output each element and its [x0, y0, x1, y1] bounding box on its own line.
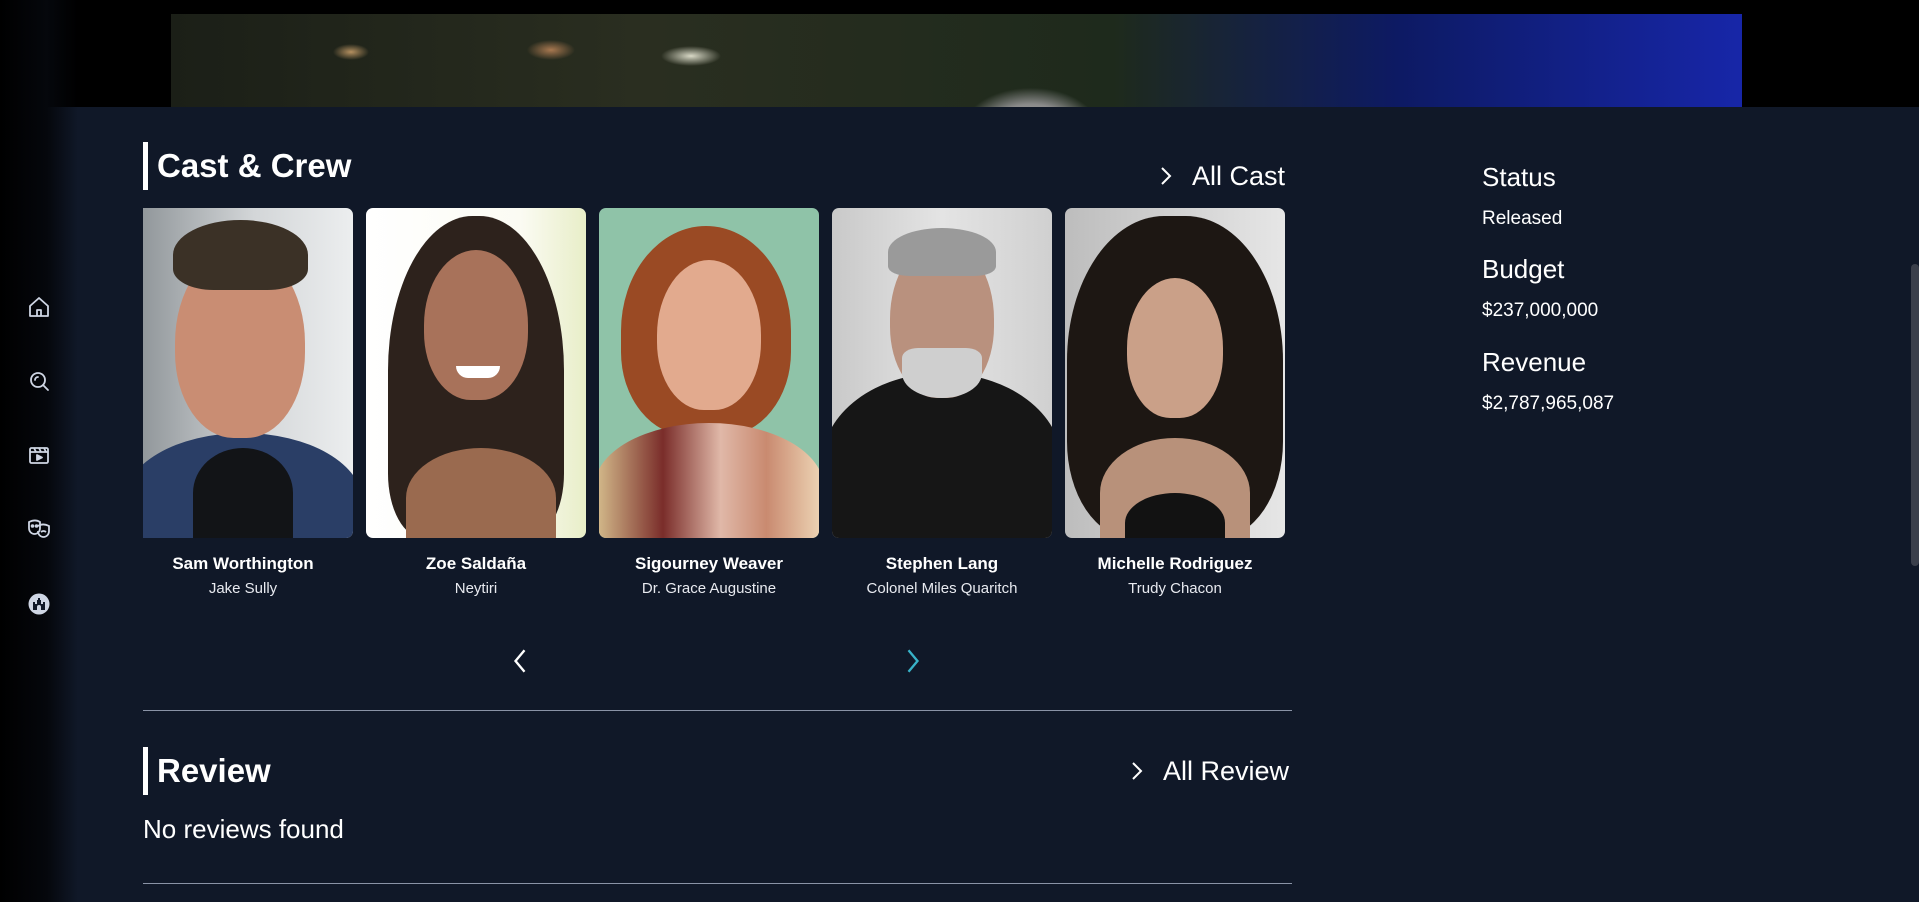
status-value: Released	[1482, 208, 1563, 229]
search-icon[interactable]	[26, 368, 52, 394]
carousel-next-button[interactable]	[898, 646, 928, 676]
cast-photo	[143, 208, 353, 538]
cast-photo	[832, 208, 1052, 538]
cast-name: Sigourney Weaver	[634, 554, 784, 573]
scrollbar-thumb[interactable]	[1911, 264, 1919, 566]
all-review-link[interactable]: All Review	[1129, 753, 1289, 789]
review-section-title: Review	[143, 747, 271, 795]
cast-role: Neytiri	[454, 580, 498, 597]
cast-name: Stephen Lang	[885, 554, 999, 573]
home-icon[interactable]	[26, 294, 52, 320]
chevron-right-icon	[1161, 167, 1172, 185]
cast-section-title: Cast & Crew	[143, 142, 351, 190]
carousel-prev-button[interactable]	[505, 646, 535, 676]
cast-photo	[366, 208, 586, 538]
cast-card[interactable]: Zoe Saldaña Neytiri	[366, 208, 586, 597]
all-review-label: All Review	[1163, 755, 1290, 786]
sidebar-nav	[0, 0, 78, 902]
hero-strip	[0, 0, 1919, 107]
status-label: Status	[1482, 162, 1556, 192]
chevron-right-icon	[1132, 762, 1143, 780]
theater-masks-icon[interactable]	[26, 516, 52, 542]
revenue-label: Revenue	[1482, 347, 1587, 377]
cast-photo	[599, 208, 819, 538]
cast-role: Dr. Grace Augustine	[641, 580, 777, 597]
revenue-value: $2,787,965,087	[1482, 393, 1615, 414]
empty-reviews-text: No reviews found	[143, 814, 344, 844]
cast-card[interactable]: Michelle Rodriguez Trudy Chacon	[1065, 208, 1285, 597]
castle-icon[interactable]	[26, 591, 52, 617]
budget-label: Budget	[1482, 254, 1565, 284]
cast-card[interactable]: Stephen Lang Colonel Miles Quaritch	[832, 208, 1052, 597]
cast-name: Michelle Rodriguez	[1097, 554, 1253, 573]
movie-icon[interactable]	[26, 442, 52, 468]
all-cast-label: All Cast	[1192, 160, 1286, 191]
cast-card[interactable]: Sam Worthington Jake Sully	[143, 208, 353, 597]
section-divider	[143, 883, 1292, 884]
backdrop-image	[171, 14, 1742, 107]
cast-role: Jake Sully	[208, 580, 278, 597]
cast-role: Trudy Chacon	[1128, 580, 1222, 597]
cast-name: Sam Worthington	[172, 554, 314, 573]
cast-name: Zoe Saldaña	[425, 554, 527, 573]
cast-card[interactable]: Sigourney Weaver Dr. Grace Augustine	[599, 208, 819, 597]
cast-photo	[1065, 208, 1285, 538]
cast-carousel: Sam Worthington Jake Sully Zoe Saldaña N…	[143, 208, 1286, 608]
chevron-right-icon	[907, 649, 920, 673]
section-divider	[143, 710, 1292, 711]
chevron-left-icon	[513, 649, 526, 673]
all-cast-link[interactable]: All Cast	[1158, 158, 1285, 194]
cast-role: Colonel Miles Quaritch	[866, 580, 1018, 597]
budget-value: $237,000,000	[1482, 300, 1599, 321]
